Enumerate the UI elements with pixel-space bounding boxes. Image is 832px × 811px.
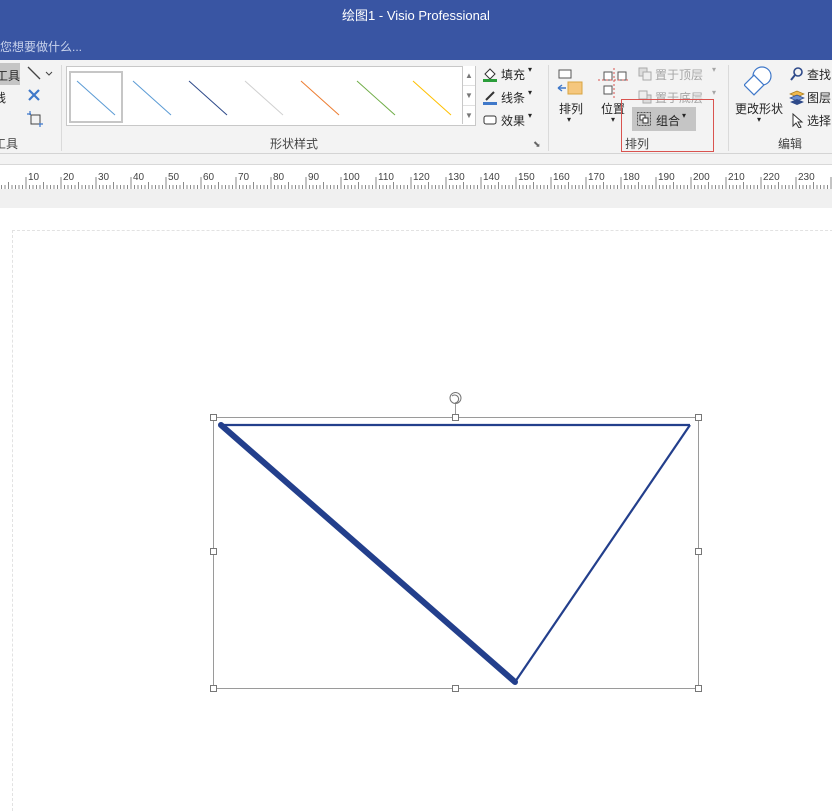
shape-layer bbox=[210, 392, 702, 692]
resize-handle-bottom[interactable] bbox=[452, 685, 459, 692]
selection-rectangle bbox=[213, 417, 699, 689]
resize-handle-top-right[interactable] bbox=[695, 414, 702, 421]
resize-handle-right[interactable] bbox=[695, 548, 702, 555]
resize-handle-bottom-right[interactable] bbox=[695, 685, 702, 692]
resize-handle-top[interactable] bbox=[452, 414, 459, 421]
triangle-left-edge[interactable] bbox=[218, 422, 518, 685]
rotate-handle-icon[interactable] bbox=[449, 392, 462, 418]
resize-handle-left[interactable] bbox=[210, 548, 217, 555]
resize-handle-top-left[interactable] bbox=[210, 414, 217, 421]
resize-handle-bottom-left[interactable] bbox=[210, 685, 217, 692]
triangle-right-edge[interactable] bbox=[514, 424, 691, 683]
